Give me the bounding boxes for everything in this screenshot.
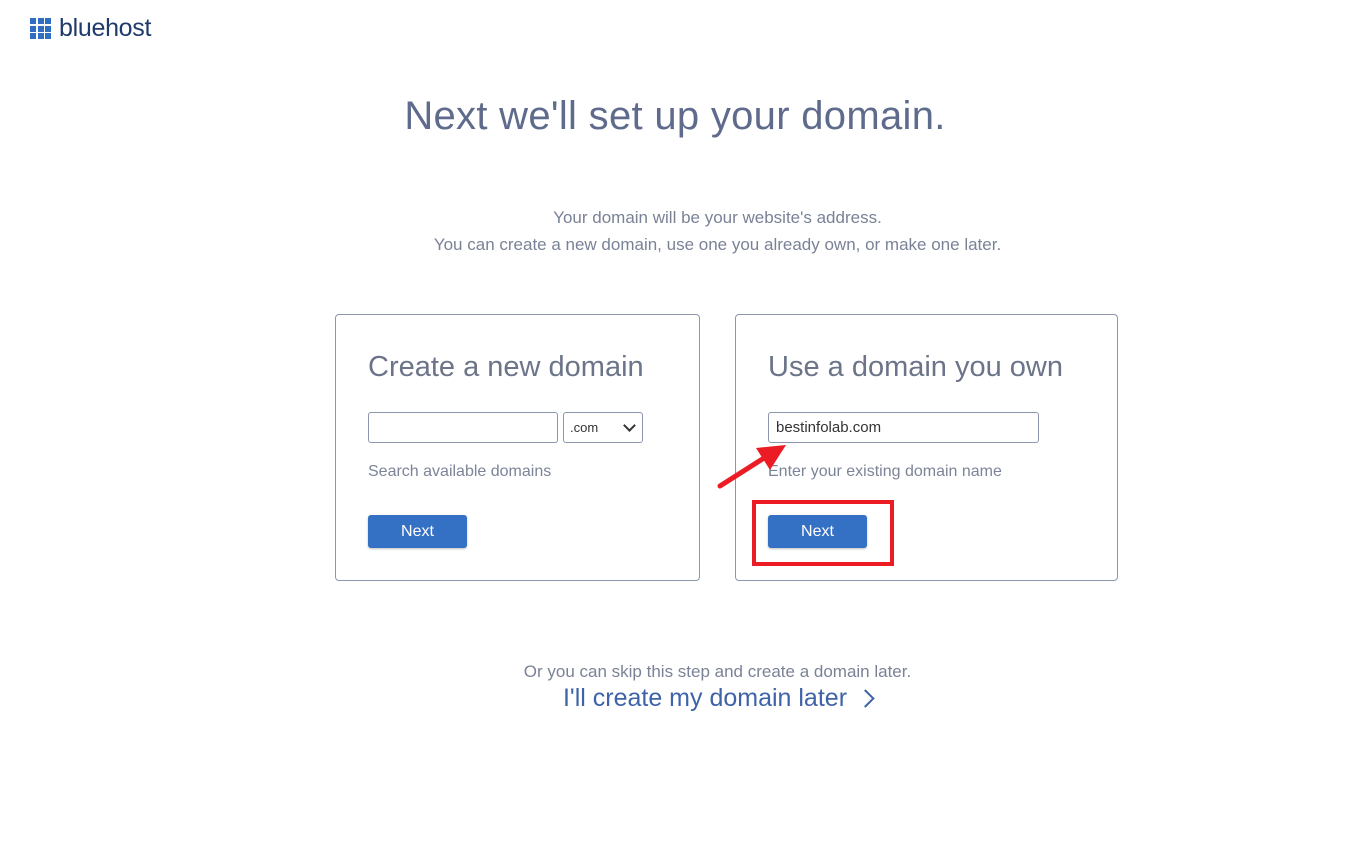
create-domain-helper: Search available domains (368, 463, 552, 480)
highlight-box (752, 500, 894, 566)
logo-text: bluehost (59, 14, 152, 42)
page-title: Next we'll set up your domain. (404, 94, 946, 138)
skip-domain-link[interactable]: I'll create my domain later (562, 684, 875, 713)
own-domain-helper: Enter your existing domain name (768, 463, 1002, 480)
create-domain-next-button[interactable]: Next (368, 515, 467, 548)
chevron-right-icon (856, 689, 875, 708)
skip-link-row: I'll create my domain later (0, 684, 1350, 713)
chevron-down-icon (623, 419, 636, 432)
page-subtitle: Your domain will be your website's addre… (0, 204, 1350, 258)
skip-text: Or you can skip this step and create a d… (523, 662, 912, 681)
new-domain-input[interactable] (368, 412, 558, 443)
red-arrow-icon (717, 445, 786, 489)
bluehost-logo[interactable]: bluehost (30, 14, 151, 43)
grid-icon (30, 18, 51, 39)
subtitle-line-2: You can create a new domain, use one you… (433, 235, 1002, 254)
page: bluehost Next we'll set up your domain. … (0, 0, 1350, 858)
tld-selected-value: .com (570, 420, 599, 435)
subtitle-line-1: Your domain will be your website's addre… (553, 208, 882, 227)
create-domain-card: Create a new domain .com Search availabl… (335, 314, 700, 581)
create-domain-title: Create a new domain (368, 351, 644, 383)
own-domain-title: Use a domain you own (768, 351, 1063, 383)
tld-select[interactable]: .com (563, 412, 643, 443)
existing-domain-input[interactable] (768, 412, 1039, 443)
skip-link-label: I'll create my domain later (562, 684, 848, 712)
